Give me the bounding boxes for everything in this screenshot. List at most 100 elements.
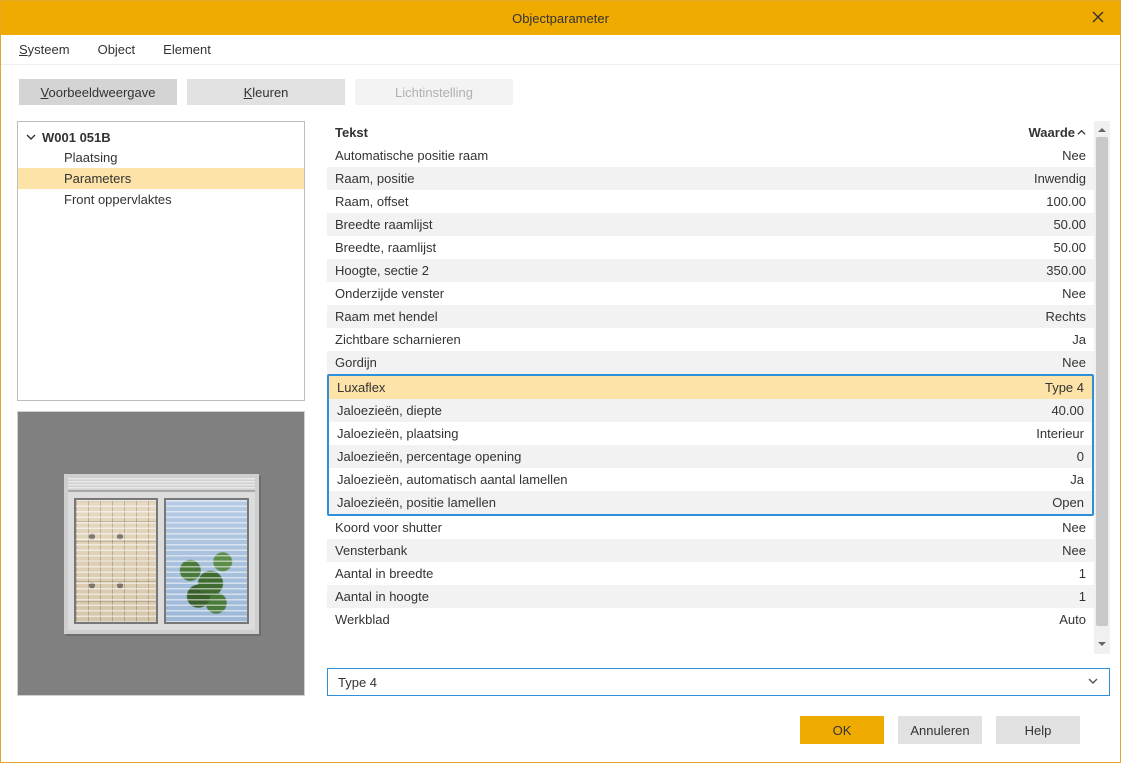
scrollbar-thumb[interactable] bbox=[1096, 137, 1108, 626]
cell-value: Nee bbox=[996, 355, 1086, 370]
tab-lichtinstelling: Lichtinstelling bbox=[355, 79, 513, 105]
cell-text: Automatische positie raam bbox=[335, 148, 996, 163]
menu-object[interactable]: Object bbox=[98, 42, 136, 57]
scroll-down-icon[interactable] bbox=[1097, 637, 1107, 652]
grid-row[interactable]: Breedte raamlijst50.00 bbox=[327, 213, 1094, 236]
cell-value: Open bbox=[994, 495, 1084, 510]
grid-row[interactable]: Jaloezieën, positie lamellenOpen bbox=[329, 491, 1092, 514]
tree-item-plaatsing[interactable]: Plaatsing bbox=[18, 147, 304, 168]
cell-text: Vensterbank bbox=[335, 543, 996, 558]
tree-item-label: Front oppervlaktes bbox=[64, 192, 172, 207]
cell-value: Inwendig bbox=[996, 171, 1086, 186]
cell-value: 350.00 bbox=[996, 263, 1086, 278]
tree-root-label: W001 051B bbox=[42, 130, 111, 145]
grid-row[interactable]: Jaloezieën, percentage opening0 bbox=[329, 445, 1092, 468]
sort-asc-icon bbox=[1077, 125, 1086, 140]
cell-text: Breedte, raamlijst bbox=[335, 240, 996, 255]
cell-value: Rechts bbox=[996, 309, 1086, 324]
cell-text: Jaloezieën, diepte bbox=[337, 403, 994, 418]
grid-row[interactable]: Jaloezieën, diepte40.00 bbox=[329, 399, 1092, 422]
grid-row[interactable]: Raam met hendelRechts bbox=[327, 305, 1094, 328]
close-icon bbox=[1092, 11, 1104, 26]
cell-value: Ja bbox=[996, 332, 1086, 347]
grid-header[interactable]: Tekst Waarde bbox=[327, 121, 1094, 144]
grid-row[interactable]: GordijnNee bbox=[327, 351, 1094, 374]
cell-text: Onderzijde venster bbox=[335, 286, 996, 301]
grid-row[interactable]: Raam, positieInwendig bbox=[327, 167, 1094, 190]
close-button[interactable] bbox=[1076, 1, 1120, 35]
cell-text: Jaloezieën, plaatsing bbox=[337, 426, 994, 441]
grid-table: Tekst Waarde Automatische positie raamNe… bbox=[327, 121, 1094, 654]
menu-element[interactable]: Element bbox=[163, 42, 211, 57]
cell-value: 50.00 bbox=[996, 240, 1086, 255]
cell-value: Nee bbox=[996, 520, 1086, 535]
cell-value: 50.00 bbox=[996, 217, 1086, 232]
cell-value: 0 bbox=[994, 449, 1084, 464]
grid-row[interactable]: Automatische positie raamNee bbox=[327, 144, 1094, 167]
sidebar: W001 051B Plaatsing Parameters Front opp… bbox=[17, 121, 305, 696]
cell-text: Raam, offset bbox=[335, 194, 996, 209]
menubar: Systeem Object Element bbox=[1, 35, 1120, 65]
dialog-window: Objectparameter Systeem Object Element V… bbox=[0, 0, 1121, 763]
grid-row[interactable]: Raam, offset100.00 bbox=[327, 190, 1094, 213]
cell-value: Auto bbox=[996, 612, 1086, 627]
tab-kleuren[interactable]: Kleuren bbox=[187, 79, 345, 105]
tabbar: Voorbeeldweergave Kleuren Lichtinstellin… bbox=[1, 65, 1120, 111]
dropdown-value: Type 4 bbox=[338, 675, 377, 690]
grid-row[interactable]: Aantal in hoogte1 bbox=[327, 585, 1094, 608]
grid-row[interactable]: LuxaflexType 4 bbox=[329, 376, 1092, 399]
cell-value: Ja bbox=[994, 472, 1084, 487]
cell-value: Nee bbox=[996, 148, 1086, 163]
cancel-button[interactable]: Annuleren bbox=[898, 716, 982, 744]
grid-row[interactable]: Zichtbare scharnierenJa bbox=[327, 328, 1094, 351]
grid-group-luxaflex: LuxaflexType 4Jaloezieën, diepte40.00Jal… bbox=[327, 374, 1094, 516]
grid-row[interactable]: Breedte, raamlijst50.00 bbox=[327, 236, 1094, 259]
grid-row[interactable]: Onderzijde vensterNee bbox=[327, 282, 1094, 305]
tree-item-label: Plaatsing bbox=[64, 150, 117, 165]
tree-item-label: Parameters bbox=[64, 171, 131, 186]
ok-button[interactable]: OK bbox=[800, 716, 884, 744]
cell-text: Aantal in hoogte bbox=[335, 589, 996, 604]
cell-value: 40.00 bbox=[994, 403, 1084, 418]
dialog-footer: OK Annuleren Help bbox=[1, 696, 1120, 762]
dialog-body: W001 051B Plaatsing Parameters Front opp… bbox=[1, 111, 1120, 696]
cell-text: Aantal in breedte bbox=[335, 566, 996, 581]
grid-row[interactable]: WerkbladAuto bbox=[327, 608, 1094, 631]
cell-text: Raam, positie bbox=[335, 171, 996, 186]
grid-row[interactable]: Jaloezieën, automatisch aantal lamellenJ… bbox=[329, 468, 1092, 491]
titlebar: Objectparameter bbox=[1, 1, 1120, 35]
parameter-grid: Tekst Waarde Automatische positie raamNe… bbox=[327, 121, 1110, 654]
chevron-down-icon bbox=[1087, 675, 1099, 690]
cell-value: Interieur bbox=[994, 426, 1084, 441]
grid-row[interactable]: Koord voor shutterNee bbox=[327, 516, 1094, 539]
cell-text: Werkblad bbox=[335, 612, 996, 627]
column-header-waarde[interactable]: Waarde bbox=[996, 125, 1086, 140]
preview-window-graphic bbox=[64, 474, 259, 634]
value-dropdown[interactable]: Type 4 bbox=[327, 668, 1110, 696]
window-title: Objectparameter bbox=[512, 11, 609, 26]
grid-row[interactable]: Aantal in breedte1 bbox=[327, 562, 1094, 585]
cell-text: Hoogte, sectie 2 bbox=[335, 263, 996, 278]
vertical-scrollbar[interactable] bbox=[1094, 121, 1110, 654]
grid-row[interactable]: Hoogte, sectie 2350.00 bbox=[327, 259, 1094, 282]
tree-item-parameters[interactable]: Parameters bbox=[18, 168, 304, 189]
tab-voorbeeldweergave[interactable]: Voorbeeldweergave bbox=[19, 79, 177, 105]
cell-value: Nee bbox=[996, 286, 1086, 301]
tree-item-front-oppervlaktes[interactable]: Front oppervlaktes bbox=[18, 189, 304, 210]
cell-text: Jaloezieën, automatisch aantal lamellen bbox=[337, 472, 994, 487]
scroll-up-icon[interactable] bbox=[1097, 123, 1107, 138]
cell-text: Luxaflex bbox=[337, 380, 994, 395]
cell-text: Jaloezieën, percentage opening bbox=[337, 449, 994, 464]
cell-text: Breedte raamlijst bbox=[335, 217, 996, 232]
cell-value: Nee bbox=[996, 543, 1086, 558]
cell-text: Koord voor shutter bbox=[335, 520, 996, 535]
tree-root[interactable]: W001 051B bbox=[18, 128, 304, 147]
help-button[interactable]: Help bbox=[996, 716, 1080, 744]
column-header-tekst[interactable]: Tekst bbox=[335, 125, 996, 140]
cell-value: 100.00 bbox=[996, 194, 1086, 209]
menu-systeem[interactable]: Systeem bbox=[19, 42, 70, 57]
grid-row[interactable]: VensterbankNee bbox=[327, 539, 1094, 562]
grid-row[interactable]: Jaloezieën, plaatsingInterieur bbox=[329, 422, 1092, 445]
chevron-down-icon bbox=[26, 130, 36, 145]
cell-value: 1 bbox=[996, 566, 1086, 581]
